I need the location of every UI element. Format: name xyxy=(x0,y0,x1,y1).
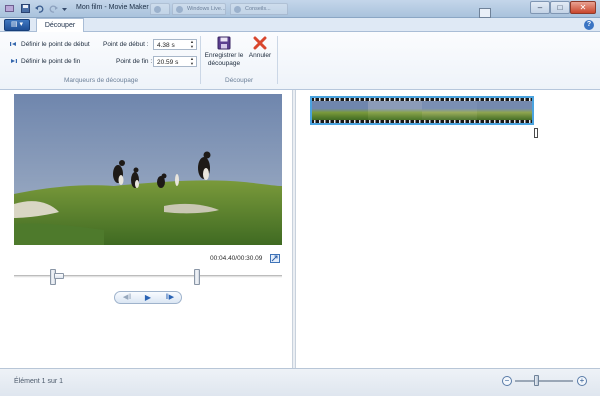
previous-frame-icon[interactable]: ◀‖ xyxy=(116,292,138,303)
cancel-trim-button[interactable]: Annuler xyxy=(246,36,274,60)
clip-thumbnail xyxy=(477,101,532,120)
video-clip[interactable] xyxy=(310,96,534,125)
group-label-markers: Marqueurs de découpage xyxy=(64,77,139,84)
group-separator xyxy=(200,36,201,84)
zoom-slider-thumb[interactable] xyxy=(534,375,540,386)
help-icon[interactable]: ? xyxy=(584,20,594,30)
save-disk-icon xyxy=(217,36,231,50)
start-point-field[interactable]: 4.38 s ▲ ▼ xyxy=(153,39,197,50)
item-count: Élément 1 sur 1 xyxy=(14,378,64,385)
qat-dropdown-icon[interactable] xyxy=(61,3,68,14)
tab-icon xyxy=(154,6,161,13)
clip-thumbnail xyxy=(312,101,368,120)
window-title: Mon film - Movie Maker xyxy=(76,4,149,11)
close-button[interactable]: ✕ xyxy=(570,1,596,14)
zoom-track xyxy=(515,380,573,382)
aspect-ratio-icon[interactable] xyxy=(479,8,491,18)
minimize-button[interactable]: – xyxy=(530,1,550,14)
cancel-x-icon xyxy=(253,36,267,50)
playback-controls: ◀‖ ▶ ‖▶ xyxy=(114,291,182,304)
next-frame-icon[interactable]: ‖▶ xyxy=(159,292,181,303)
app-icon xyxy=(5,5,14,12)
title-bar: Mon film - Movie Maker Windows Live... C… xyxy=(0,0,600,18)
group-separator xyxy=(277,36,278,84)
tab-icon xyxy=(176,6,183,13)
tab-icon xyxy=(234,6,241,13)
set-end-button[interactable]: Définir le point de fin xyxy=(21,58,80,65)
group-label-trim: Découper xyxy=(225,77,254,84)
spinner-arrows-icon[interactable]: ▲ ▼ xyxy=(189,39,195,49)
start-point-label: Point de début : xyxy=(103,41,149,48)
trim-end-handle[interactable] xyxy=(194,269,201,285)
film-perforations xyxy=(312,120,532,123)
background-tab[interactable] xyxy=(150,3,170,15)
end-point-label: Point de fin : xyxy=(116,58,153,65)
video-frame-image xyxy=(14,94,282,245)
clip-thumbnail xyxy=(368,101,422,120)
zoom-out-icon[interactable]: − xyxy=(502,376,512,386)
background-tab[interactable]: Windows Live... xyxy=(172,3,226,15)
end-point-field[interactable]: 20.59 s ▲ ▼ xyxy=(153,56,197,67)
storyboard-pane xyxy=(296,90,600,368)
fullscreen-button[interactable] xyxy=(270,254,280,263)
app-menu-button[interactable]: ▤ ▾ xyxy=(4,19,30,31)
background-tab[interactable]: Conseils... xyxy=(230,3,288,15)
trim-slider[interactable] xyxy=(14,269,282,285)
redo-icon[interactable] xyxy=(48,3,59,14)
timecode-display: 00:04.40/00:30.09 xyxy=(210,255,263,262)
video-preview[interactable] xyxy=(14,94,282,245)
set-start-icon xyxy=(10,42,16,46)
maximize-button[interactable]: □ xyxy=(550,1,570,14)
save-trim-button[interactable]: Enregistrer le découpage xyxy=(202,36,246,68)
fullscreen-icon xyxy=(271,255,278,262)
playhead-marker[interactable] xyxy=(53,273,64,279)
ribbon-tab-row xyxy=(0,18,600,32)
play-icon[interactable]: ▶ xyxy=(137,292,159,303)
set-end-icon xyxy=(11,59,17,63)
spinner-arrows-icon[interactable]: ▲ ▼ xyxy=(189,56,195,66)
undo-icon[interactable] xyxy=(34,3,45,14)
set-start-button[interactable]: Définir le point de début xyxy=(21,41,90,48)
clip-thumbnail xyxy=(422,101,477,120)
tab-trim[interactable]: Découper xyxy=(36,18,84,33)
storyboard-playhead[interactable] xyxy=(534,128,538,138)
save-quick-icon[interactable] xyxy=(20,3,31,14)
zoom-in-icon[interactable]: + xyxy=(577,376,587,386)
workspace: 00:04.40/00:30.09 ◀‖ ▶ ‖▶ xyxy=(0,90,600,368)
preview-pane: 00:04.40/00:30.09 ◀‖ ▶ ‖▶ xyxy=(0,90,292,368)
